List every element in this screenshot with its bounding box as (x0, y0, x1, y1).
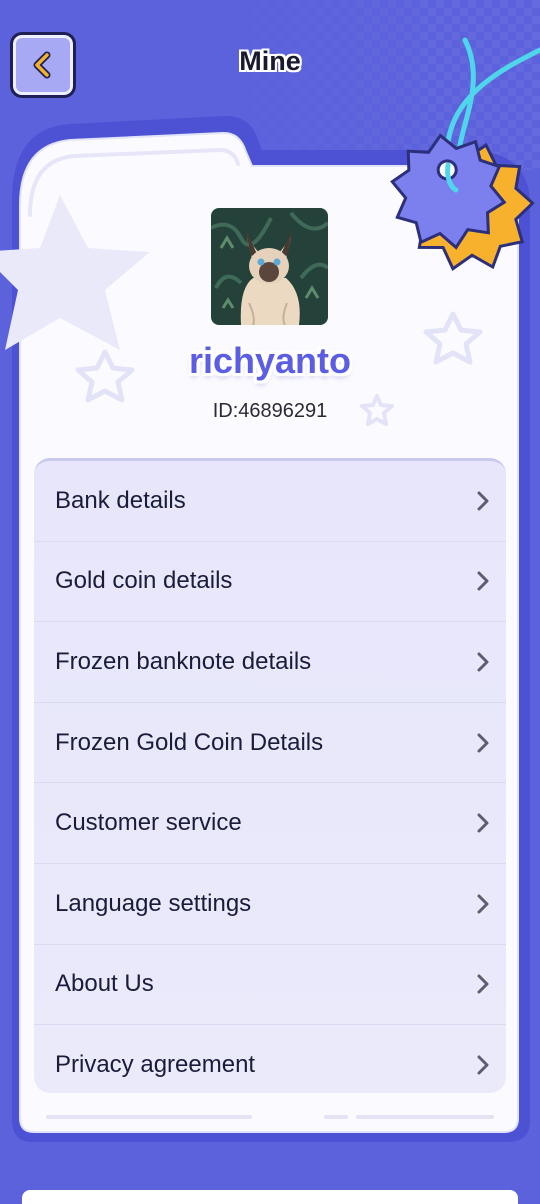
chevron-right-icon (477, 1055, 489, 1075)
badge-decoration (390, 37, 540, 272)
menu-item-label: Customer service (55, 809, 242, 837)
chevron-right-icon (477, 571, 489, 591)
menu-item-label: Privacy agreement (55, 1051, 256, 1079)
chevron-right-icon (477, 491, 489, 511)
chevron-right-icon (477, 652, 489, 672)
menu-item-label: Frozen Gold Coin Details (55, 728, 324, 756)
menu-item-bank-details[interactable]: Bank details (34, 461, 506, 542)
menu-list: Bank details Gold coin details Frozen ba… (34, 458, 506, 1093)
menu-item-label: Bank details (55, 486, 186, 514)
menu-item-frozen-gold-coin-details[interactable]: Frozen Gold Coin Details (34, 703, 506, 784)
menu-item-privacy-agreement[interactable]: Privacy agreement (34, 1025, 506, 1093)
avatar[interactable] (211, 208, 328, 325)
menu-item-about-us[interactable]: About Us (34, 945, 506, 1026)
menu-item-frozen-banknote-details[interactable]: Frozen banknote details (34, 622, 506, 703)
menu-item-label: Frozen banknote details (55, 647, 312, 675)
chevron-right-icon (477, 894, 489, 914)
menu-item-label: Gold coin details (55, 567, 233, 595)
menu-item-label: Language settings (55, 889, 252, 917)
siamese-cat-avatar (211, 208, 328, 325)
chevron-right-icon (477, 813, 489, 833)
user-id: ID:46896291 (212, 400, 328, 422)
chevron-right-icon (477, 974, 489, 994)
menu-item-language-settings[interactable]: Language settings (34, 864, 506, 945)
menu-item-gold-coin-details[interactable]: Gold coin details (34, 542, 506, 623)
menu-item-customer-service[interactable]: Customer service (34, 783, 506, 864)
card-bottom-decoration (46, 1115, 494, 1119)
username: richyanto (188, 340, 352, 381)
bottom-bar (22, 1190, 518, 1204)
chevron-right-icon (477, 733, 489, 753)
menu-item-label: About Us (55, 970, 154, 998)
